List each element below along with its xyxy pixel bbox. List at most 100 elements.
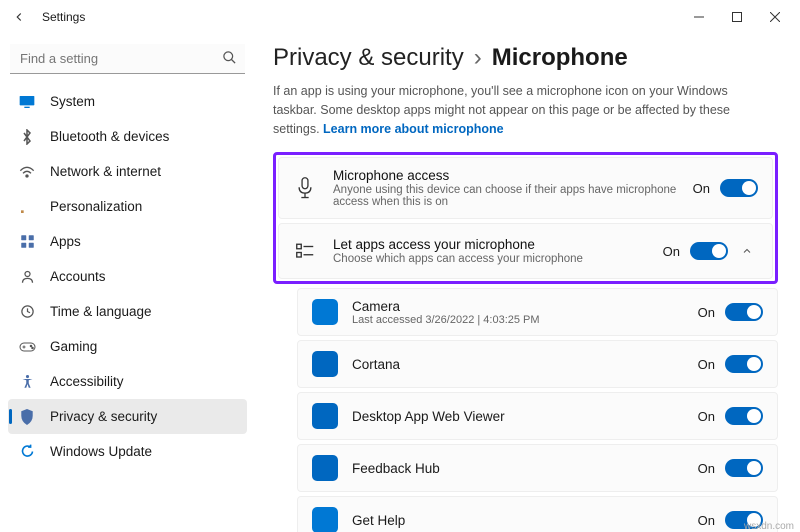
sidebar-item-label: Gaming [50, 339, 97, 354]
sidebar-item-bluetooth[interactable]: Bluetooth & devices [8, 119, 247, 154]
sidebar: System Bluetooth & devices Network & int… [0, 34, 255, 532]
toggle-switch[interactable] [720, 179, 758, 197]
app-text: Feedback Hub [352, 461, 698, 476]
app-name: Feedback Hub [352, 461, 698, 476]
app-row: Cortana On [297, 340, 778, 388]
app-text: Cortana [352, 357, 698, 372]
toggle-switch[interactable] [725, 459, 763, 477]
privacy-icon [18, 408, 36, 426]
sidebar-item-system[interactable]: System [8, 84, 247, 119]
app-name: Camera [352, 299, 698, 314]
sidebar-item-label: Accounts [50, 269, 106, 284]
watermark: wsxdn.com [744, 521, 794, 532]
highlighted-settings: Microphone access Anyone using this devi… [273, 152, 778, 284]
app-icon [312, 403, 338, 429]
toggle-state-label: On [698, 461, 715, 476]
sidebar-item-accounts[interactable]: Accounts [8, 259, 247, 294]
sidebar-item-label: Time & language [50, 304, 152, 319]
toggle-state-label: On [698, 513, 715, 528]
search-icon [222, 50, 237, 70]
search-input[interactable] [10, 44, 245, 74]
setting-card: Let apps access your microphone Choose w… [278, 223, 773, 279]
content-area: Privacy & security › Microphone If an ap… [255, 34, 800, 532]
toggle-switch[interactable] [690, 242, 728, 260]
page-description: If an app is using your microphone, you'… [273, 82, 763, 138]
sidebar-item-label: Bluetooth & devices [50, 129, 169, 144]
minimize-button[interactable] [680, 3, 718, 31]
toggle-state-label: On [698, 357, 715, 372]
sidebar-item-label: Network & internet [50, 164, 161, 179]
sidebar-item-label: Apps [50, 234, 81, 249]
sidebar-item-update[interactable]: Windows Update [8, 434, 247, 469]
app-text: Get Help [352, 513, 698, 528]
breadcrumb-parent[interactable]: Privacy & security [273, 44, 464, 72]
apps-icon [18, 233, 36, 251]
app-name: Cortana [352, 357, 698, 372]
toggle-switch[interactable] [725, 355, 763, 373]
nav-list: System Bluetooth & devices Network & int… [8, 84, 247, 469]
sidebar-item-label: Accessibility [50, 374, 124, 389]
personalization-icon [18, 198, 36, 216]
toggle-switch[interactable] [725, 303, 763, 321]
sidebar-item-network[interactable]: Network & internet [8, 154, 247, 189]
toggle-state-label: On [698, 305, 715, 320]
toggle-state-label: On [693, 181, 710, 196]
app-text: Desktop App Web Viewer [352, 409, 698, 424]
toggle-state-label: On [663, 244, 680, 259]
chevron-right-icon: › [474, 44, 482, 72]
sidebar-item-apps[interactable]: Apps [8, 224, 247, 259]
page-title: Microphone [492, 44, 628, 72]
app-icon [312, 299, 338, 325]
accounts-icon [18, 268, 36, 286]
sidebar-item-label: Windows Update [50, 444, 152, 459]
app-name: Desktop App Web Viewer [352, 409, 698, 424]
app-text: Camera Last accessed 3/26/2022 | 4:03:25… [352, 299, 698, 326]
sidebar-item-label: Personalization [50, 199, 142, 214]
setting-title: Let apps access your microphone [333, 237, 663, 252]
app-row: Feedback Hub On [297, 444, 778, 492]
app-list: Camera Last accessed 3/26/2022 | 4:03:25… [297, 288, 778, 532]
app-subtitle: Last accessed 3/26/2022 | 4:03:25 PM [352, 314, 698, 326]
setting-card: Microphone access Anyone using this devi… [278, 157, 773, 219]
app-row: Desktop App Web Viewer On [297, 392, 778, 440]
accessibility-icon [18, 373, 36, 391]
toggle-switch[interactable] [725, 407, 763, 425]
sidebar-item-time[interactable]: Time & language [8, 294, 247, 329]
sidebar-item-accessibility[interactable]: Accessibility [8, 364, 247, 399]
window-title: Settings [42, 10, 85, 24]
update-icon [18, 443, 36, 461]
titlebar: Settings [0, 0, 800, 34]
app-row: Get Help On [297, 496, 778, 532]
maximize-button[interactable] [718, 3, 756, 31]
system-icon [18, 93, 36, 111]
setting-subtitle: Anyone using this device can choose if t… [333, 184, 693, 208]
sidebar-item-personalization[interactable]: Personalization [8, 189, 247, 224]
sidebar-item-privacy[interactable]: Privacy & security [8, 399, 247, 434]
app-icon [312, 507, 338, 532]
app-icon [312, 455, 338, 481]
sidebar-item-gaming[interactable]: Gaming [8, 329, 247, 364]
toggle-state-label: On [698, 409, 715, 424]
search-box [10, 44, 245, 74]
app-name: Get Help [352, 513, 698, 528]
time-icon [18, 303, 36, 321]
bluetooth-icon [18, 128, 36, 146]
sidebar-item-label: Privacy & security [50, 409, 157, 424]
mic-icon [293, 176, 317, 200]
setting-text: Let apps access your microphone Choose w… [333, 237, 663, 265]
breadcrumb: Privacy & security › Microphone [273, 44, 778, 72]
back-button[interactable] [6, 4, 32, 30]
learn-more-link[interactable]: Learn more about microphone [323, 122, 504, 136]
window-buttons [680, 3, 794, 31]
app-access-icon [293, 239, 317, 263]
sidebar-item-label: System [50, 94, 95, 109]
setting-text: Microphone access Anyone using this devi… [333, 168, 693, 208]
network-icon [18, 163, 36, 181]
app-row: Camera Last accessed 3/26/2022 | 4:03:25… [297, 288, 778, 336]
setting-title: Microphone access [333, 168, 693, 183]
app-icon [312, 351, 338, 377]
setting-subtitle: Choose which apps can access your microp… [333, 253, 663, 265]
chevron-up-icon[interactable] [736, 245, 758, 257]
gaming-icon [18, 338, 36, 356]
close-button[interactable] [756, 3, 794, 31]
